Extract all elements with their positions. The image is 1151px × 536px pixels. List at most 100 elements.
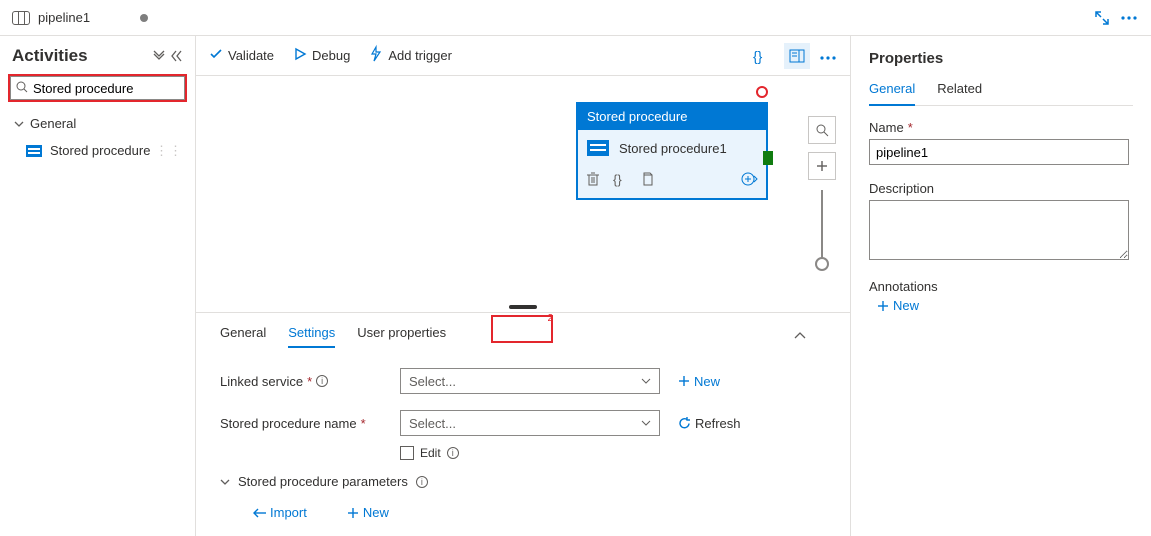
linked-service-label: Linked service [220,374,303,389]
add-output-icon[interactable] [741,172,757,189]
chevron-down-icon [220,477,230,487]
stored-procedure-icon [26,145,42,157]
annotations-label: Annotations [869,279,938,294]
new-label: New [694,374,720,389]
refresh-icon [678,417,691,430]
more-icon[interactable] [1121,16,1137,20]
edit-label: Edit [420,446,441,460]
chevron-down-icon [641,378,651,384]
select-placeholder: Select... [409,374,456,389]
activity-node-stored-procedure[interactable]: Stored procedure Stored procedure1 {} [576,102,768,200]
copy-icon[interactable] [641,172,653,189]
name-label: Name [869,120,904,135]
validate-button[interactable]: Validate [210,48,274,63]
edit-checkbox[interactable] [400,446,414,460]
info-icon[interactable]: i [316,375,328,387]
code-view-button[interactable]: {} [748,43,774,69]
plus-icon [347,507,359,519]
new-label: New [363,505,389,520]
activity-item-label: Stored procedure [50,143,150,158]
refresh-button[interactable]: Refresh [678,416,741,431]
import-label: Import [270,505,307,520]
collapse-sidebar-icon[interactable] [171,49,183,64]
check-icon [210,48,222,63]
canvas-zoom-controls [808,116,836,266]
activity-group-general[interactable]: General [8,110,187,137]
info-icon[interactable]: i [447,447,459,459]
pipeline-title: pipeline1 [38,10,90,25]
properties-tab-general[interactable]: General [869,81,915,106]
collapse-groups-icon[interactable] [153,49,165,64]
required-indicator: * [908,120,913,135]
properties-pane-toggle[interactable] [784,43,810,69]
editor-center: Validate Debug Add trigger {} Stored pro… [196,36,851,536]
linked-service-select[interactable]: Select... [400,368,660,394]
delete-icon[interactable] [587,172,599,189]
add-trigger-button[interactable]: Add trigger [370,47,452,64]
tab-user-properties[interactable]: User properties [357,321,446,348]
pipeline-toolbar: Validate Debug Add trigger {} [196,36,850,76]
new-linked-service-button[interactable]: New [678,374,720,389]
tab-general[interactable]: General [220,321,266,348]
description-label: Description [869,181,934,196]
unsaved-indicator-icon [140,14,148,22]
activity-search-input[interactable] [10,76,185,100]
svg-text:{}: {} [613,172,622,187]
node-name: Stored procedure1 [619,141,727,156]
debug-button[interactable]: Debug [294,48,350,63]
play-icon [294,48,306,63]
import-button[interactable]: Import [252,505,307,520]
sp-params-label: Stored procedure parameters [238,474,408,489]
new-label: New [893,298,919,313]
properties-tab-related[interactable]: Related [937,81,982,105]
chevron-down-icon [641,420,651,426]
pipeline-name-input[interactable] [869,139,1129,165]
drag-handle-icon[interactable]: ⋮⋮ [155,143,183,159]
activity-item-stored-procedure[interactable]: Stored procedure ⋮⋮ [8,137,187,164]
activities-sidebar: Activities General Stored procedure ⋮⋮ [0,36,196,536]
pipeline-icon [12,11,30,25]
chevron-down-icon [14,119,24,129]
activity-group-label: General [30,116,76,131]
info-icon[interactable]: i [416,476,428,488]
validation-status-icon [756,86,768,98]
new-parameter-button[interactable]: New [347,505,389,520]
zoom-slider-thumb[interactable] [815,257,829,271]
required-indicator: * [307,374,312,389]
trigger-icon [370,47,382,64]
tab-settings[interactable]: Settings [288,321,335,348]
panel-resize-handle[interactable] [196,302,850,312]
properties-heading: Properties [869,50,1133,67]
more-icon[interactable] [820,48,836,63]
stored-procedure-icon [587,140,609,156]
node-header: Stored procedure [577,103,767,130]
zoom-fit-button[interactable] [808,116,836,144]
zoom-slider[interactable] [821,190,823,266]
search-icon [16,81,28,96]
debug-label: Debug [312,48,350,63]
code-icon[interactable]: {} [613,173,627,188]
stored-procedure-parameters-toggle[interactable]: Stored procedure parameters i [220,474,826,489]
new-annotation-button[interactable]: New [877,298,919,313]
svg-text:{}: {} [753,48,763,64]
callout-highlight: 2 [491,315,553,343]
properties-pane: Properties General Related Name * Descri… [851,36,1151,536]
plus-icon [678,375,690,387]
activity-settings-panel: General Settings User properties 2 Linke… [196,312,850,536]
activities-heading: Activities [12,46,88,66]
stored-procedure-select[interactable]: Select... [400,410,660,436]
expand-icon[interactable] [1095,11,1109,25]
pipeline-canvas[interactable]: Stored procedure Stored procedure1 {} [196,76,850,302]
zoom-in-button[interactable] [808,152,836,180]
callout-number: 2 [547,313,553,324]
grip-icon [509,305,537,309]
top-bar: pipeline1 [0,0,1151,36]
refresh-label: Refresh [695,416,741,431]
stored-procedure-name-label: Stored procedure name [220,416,357,431]
validate-label: Validate [228,48,274,63]
collapse-panel-icon[interactable] [794,327,826,342]
required-indicator: * [361,416,366,431]
pipeline-description-input[interactable] [869,200,1129,260]
success-connector-handle[interactable] [763,151,773,165]
plus-icon [877,300,889,312]
